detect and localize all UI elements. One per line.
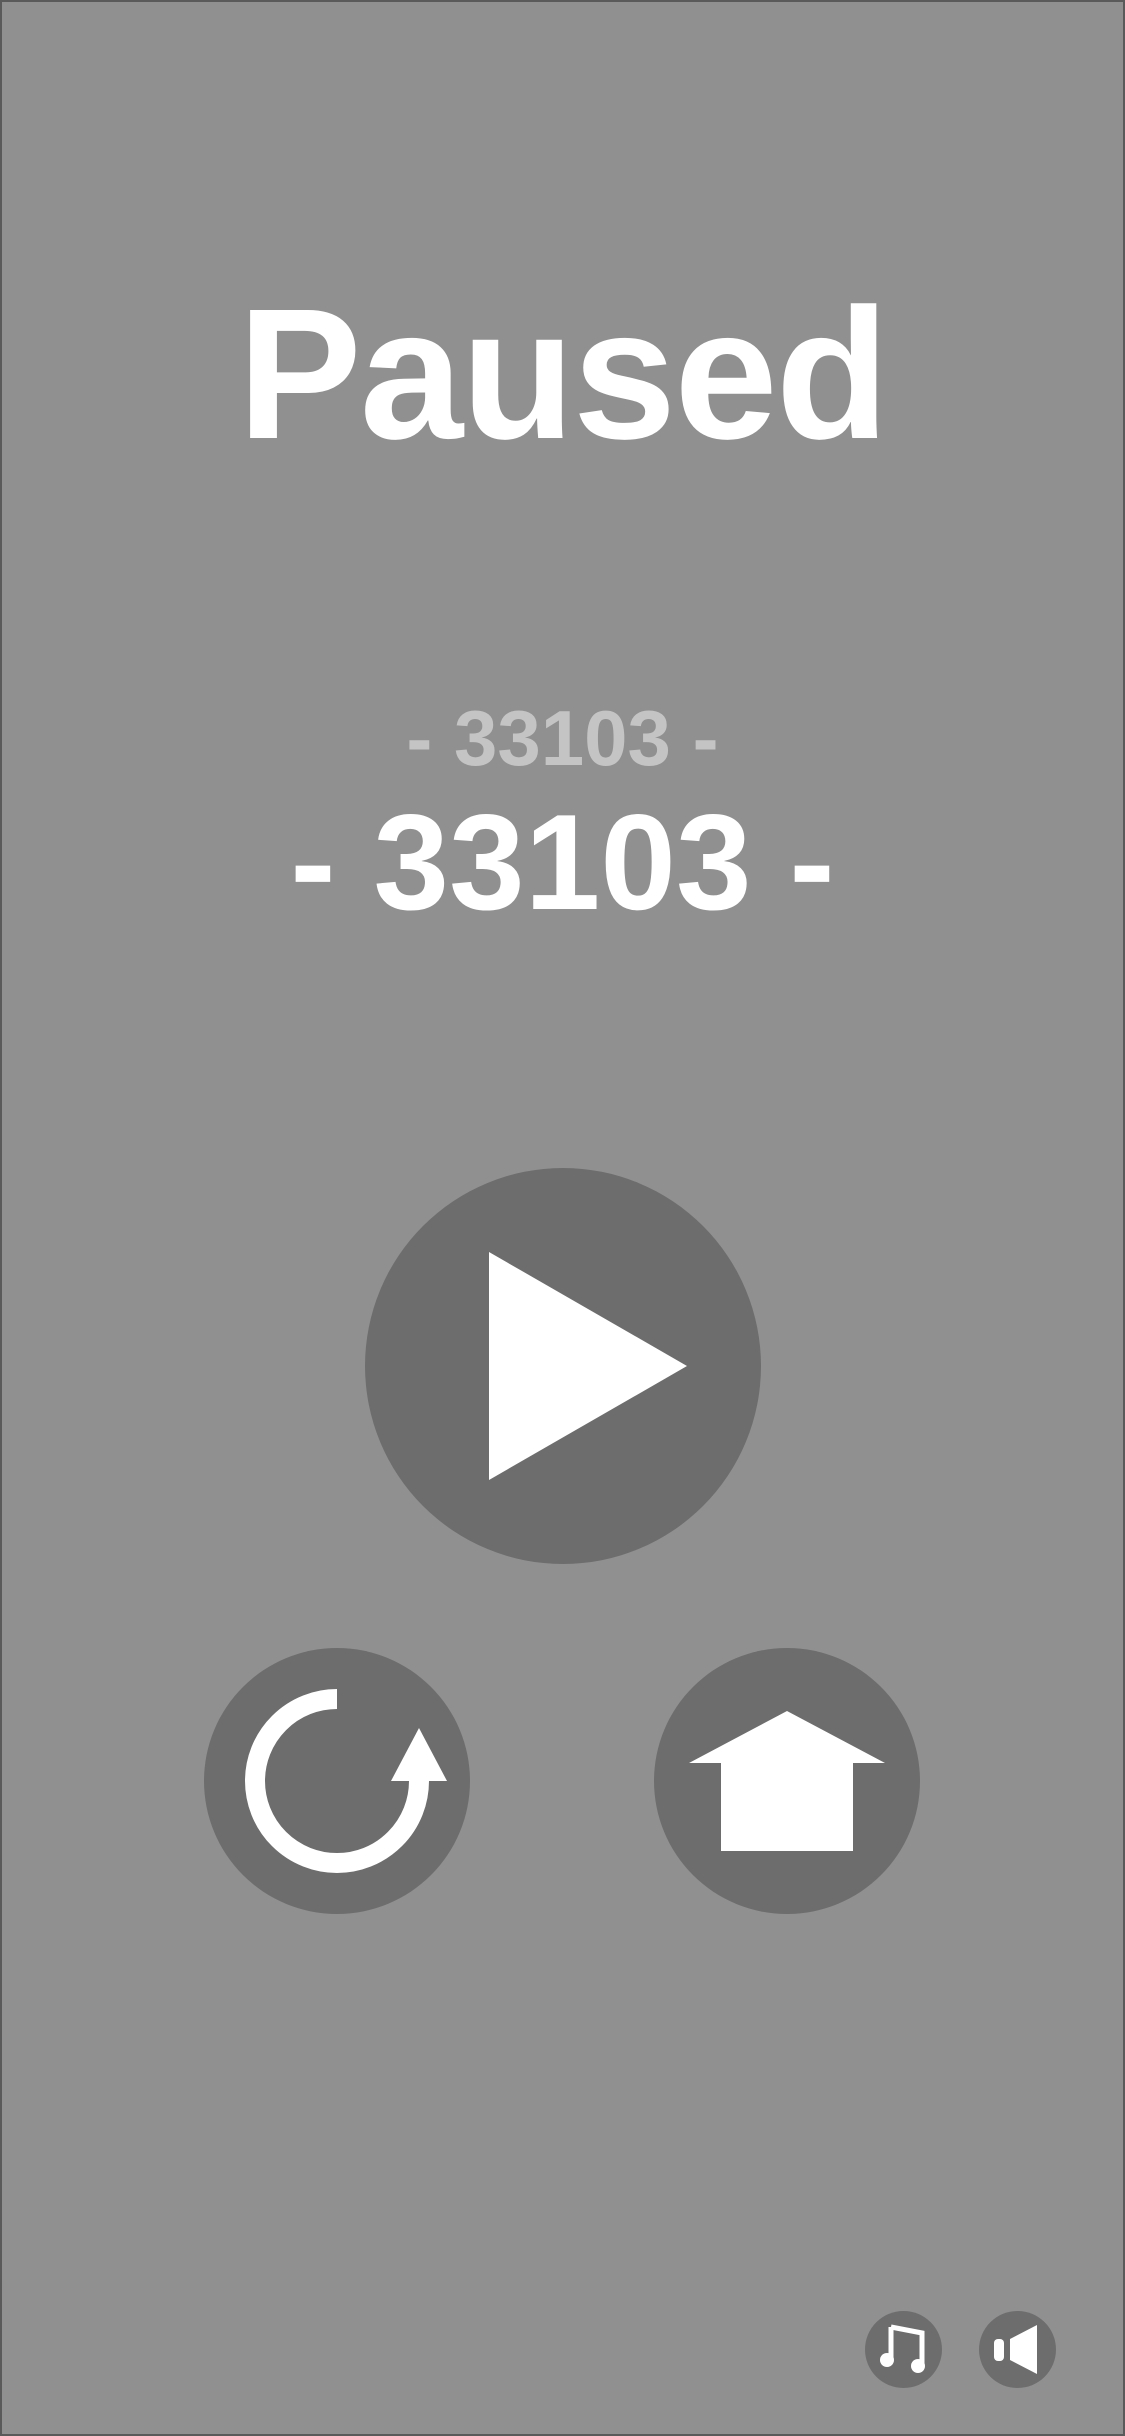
resume-button[interactable] bbox=[365, 1168, 761, 1564]
play-icon bbox=[365, 1168, 761, 1564]
restart-icon bbox=[204, 1648, 470, 1914]
speaker-icon bbox=[979, 2311, 1056, 2388]
current-score: - 33103 - bbox=[290, 786, 835, 938]
music-note-icon bbox=[865, 2311, 942, 2388]
best-score: - 33103 - bbox=[406, 694, 719, 782]
paused-title: Paused bbox=[237, 271, 890, 478]
music-toggle-button[interactable] bbox=[865, 2311, 942, 2388]
home-button[interactable] bbox=[654, 1648, 920, 1914]
home-icon bbox=[654, 1648, 920, 1914]
sound-toggle-button[interactable] bbox=[979, 2311, 1056, 2388]
restart-button[interactable] bbox=[204, 1648, 470, 1914]
